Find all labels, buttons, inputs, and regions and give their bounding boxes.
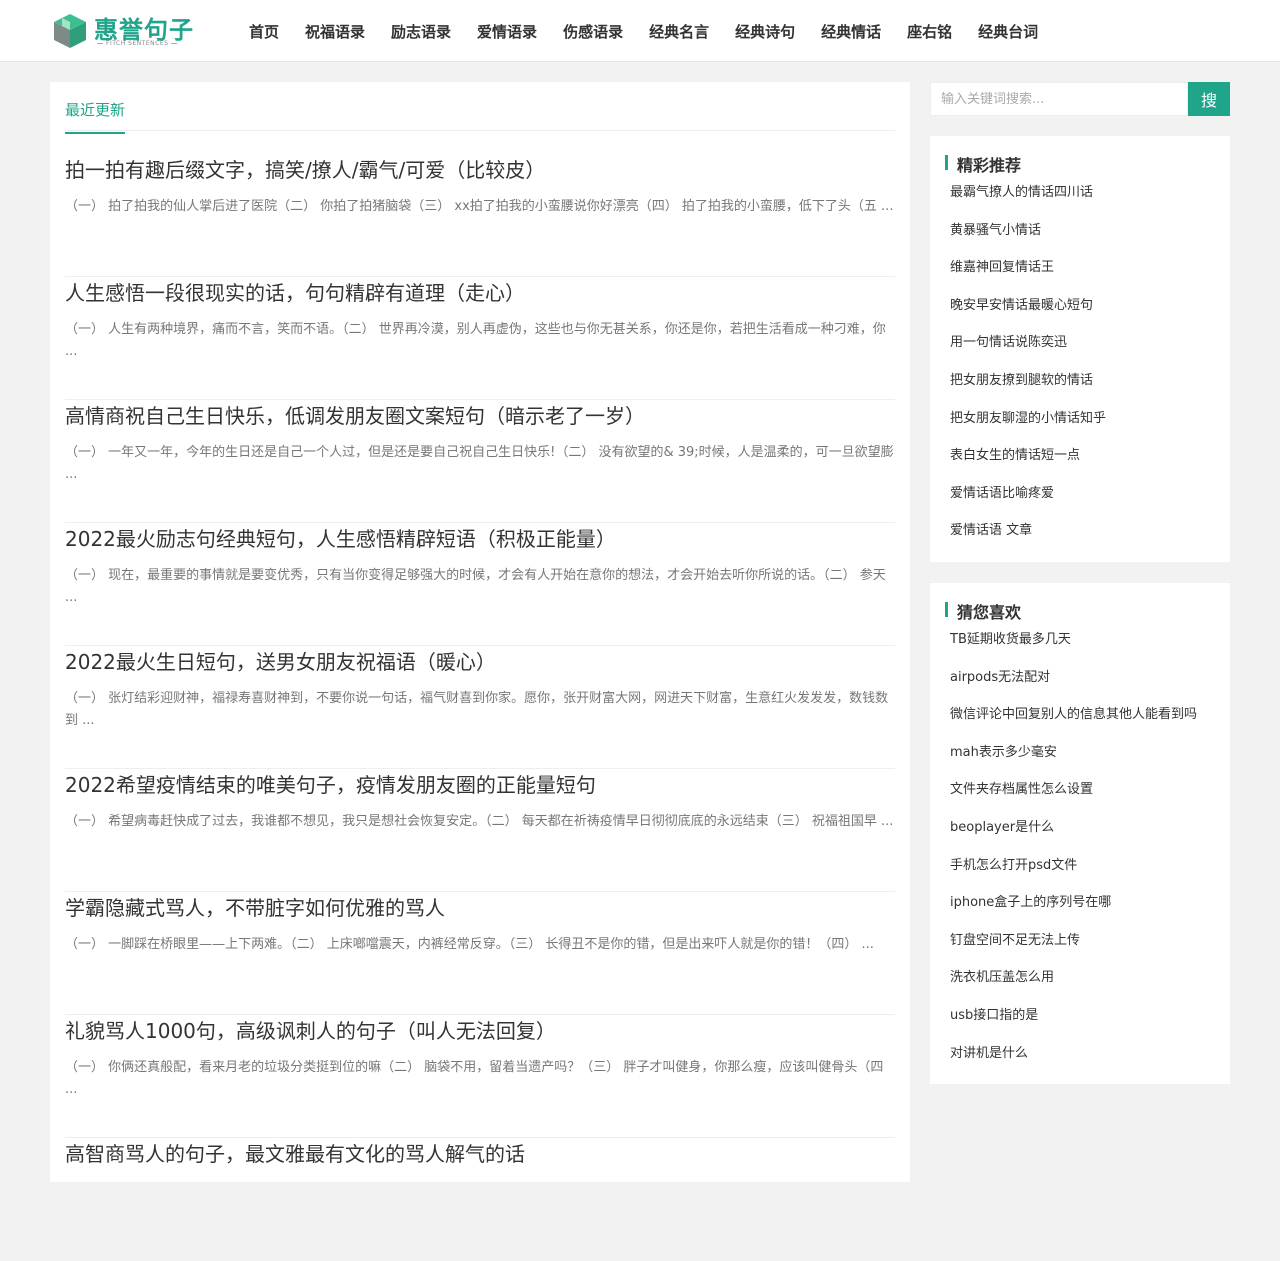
list-item[interactable]: 黄暴骚气小情话 [950,212,1210,250]
article-excerpt: （一） 现在，最重要的事情就是要变优秀，只有当你变得足够强大的时候，才会有人开始… [65,568,886,605]
list-item[interactable]: mah表示多少毫安 [950,734,1210,772]
article-excerpt: （一） 人生有两种境界，痛而不言，笑而不语。（二） 世界再冷漠，别人再虚伪，这些… [65,322,886,359]
main-tabbar: 最近更新 [65,82,895,134]
site-logo[interactable]: 惠誉句子 FITCH SENTENCES [52,10,202,52]
article-item: 高情商祝自己生日快乐，低调发朋友圈文案短句（暗示老了一岁） （一） 一年又一年，… [65,400,895,523]
tab-recent-updates[interactable]: 最近更新 [65,99,126,134]
article-item: 学霸隐藏式骂人，不带脏字如何优雅的骂人 （一） 一脚踩在桥眼里——上下两难。（二… [65,892,895,1015]
cube-logo-icon [54,14,86,48]
list-item[interactable]: beoplayer是什么 [950,809,1210,847]
article-list-panel: 最近更新 拍一拍有趣后缀文字，搞笑/撩人/霸气/可爱（比较皮） （一） 拍了拍我… [50,82,910,1182]
list-item[interactable]: 钉盘空间不足无法上传 [950,922,1210,960]
article-item: 2022最火励志句经典短句，人生感悟精辟短语（积极正能量） （一） 现在，最重要… [65,523,895,646]
article-item: 人生感悟一段很现实的话，句句精辟有道理（走心） （一） 人生有两种境界，痛而不言… [65,277,895,400]
article-title[interactable]: 高情商祝自己生日快乐，低调发朋友圈文案短句（暗示老了一岁） [65,400,645,429]
guess-list: TB延期收货最多几天 airpods无法配对 微信评论中回复别人的信息其他人能看… [950,621,1210,1072]
nav-item-lines[interactable]: 经典台词 [978,21,1038,42]
nav-item-love[interactable]: 爱情语录 [477,21,537,42]
list-item[interactable]: TB延期收货最多几天 [950,621,1210,659]
site-header: 惠誉句子 FITCH SENTENCES 首页 祝福语录 励志语录 爱情语录 伤… [0,0,1280,62]
logo-subtitle: FITCH SENTENCES [94,40,180,47]
article-title[interactable]: 人生感悟一段很现实的话，句句精辟有道理（走心） [65,277,525,306]
list-item[interactable]: 洗衣机压盖怎么用 [950,959,1210,997]
guess-widget: 猜您喜欢 TB延期收货最多几天 airpods无法配对 微信评论中回复别人的信息… [930,583,1230,1084]
list-item[interactable]: 把女朋友聊湿的小情话知乎 [950,400,1210,438]
list-item[interactable]: 文件夹存档属性怎么设置 [950,771,1210,809]
article-excerpt: （一） 一年又一年，今年的生日还是自己一个人过，但是还是要自己祝自己生日快乐!（… [65,445,894,482]
list-item[interactable]: 爱情话语比喻疼爱 [950,475,1210,513]
article-item: 拍一拍有趣后缀文字，搞笑/撩人/霸气/可爱（比较皮） （一） 拍了拍我的仙人掌后… [65,154,895,277]
list-item[interactable]: 维嘉神回复情话王 [950,249,1210,287]
article-title[interactable]: 礼貌骂人1000句，高级讽刺人的句子（叫人无法回复） [65,1015,556,1044]
article-title[interactable]: 2022希望疫情结束的唯美句子，疫情发朋友圈的正能量短句 [65,769,596,798]
nav-item-motto[interactable]: 座右铭 [907,21,952,42]
list-item[interactable]: 爱情话语 文章 [950,512,1210,550]
list-item[interactable]: 把女朋友撩到腿软的情话 [950,362,1210,400]
article-excerpt: （一） 你俩还真般配，看来月老的垃圾分类挺到位的嘛（二） 脑袋不用，留着当遗产吗… [65,1060,884,1097]
guess-title: 猜您喜欢 [945,599,1021,623]
recommended-title: 精彩推荐 [945,152,1021,176]
nav-item-quotes[interactable]: 经典名言 [649,21,709,42]
list-item[interactable]: 用一句情话说陈奕迅 [950,324,1210,362]
article-excerpt: （一） 希望病毒赶快成了过去，我谁都不想见，我只是想社会恢复安定。（二） 每天都… [65,814,894,829]
article-item: 2022希望疫情结束的唯美句子，疫情发朋友圈的正能量短句 （一） 希望病毒赶快成… [65,769,895,892]
nav-item-love-words[interactable]: 经典情话 [821,21,881,42]
nav-item-home[interactable]: 首页 [249,21,279,42]
list-item[interactable]: 手机怎么打开psd文件 [950,847,1210,885]
article-item: 高智商骂人的句子，最文雅最有文化的骂人解气的话 [65,1138,895,1261]
nav-item-poems[interactable]: 经典诗句 [735,21,795,42]
main-nav: 首页 祝福语录 励志语录 爱情语录 伤感语录 经典名言 经典诗句 经典情话 座右… [236,0,1051,62]
article-excerpt: （一） 拍了拍我的仙人掌后进了医院（二） 你拍了拍猪脑袋（三） xx拍了拍我的小… [65,199,894,214]
list-item[interactable]: 微信评论中回复别人的信息其他人能看到吗 [950,696,1210,734]
search-box: 搜 [930,82,1230,116]
nav-item-blessings[interactable]: 祝福语录 [305,21,365,42]
article-title[interactable]: 高智商骂人的句子，最文雅最有文化的骂人解气的话 [65,1138,525,1167]
article-excerpt: （一） 一脚踩在桥眼里——上下两难。（二） 上床啷噹震天，内裤经常反穿。（三） … [65,937,874,952]
nav-item-sad[interactable]: 伤感语录 [563,21,623,42]
recommended-list: 最霸气撩人的情话四川话 黄暴骚气小情话 维嘉神回复情话王 晚安早安情话最暖心短句… [950,174,1210,550]
list-item[interactable]: airpods无法配对 [950,659,1210,697]
article-item: 2022最火生日短句，送男女朋友祝福语（暖心） （一） 张灯结彩迎财神，福禄寿喜… [65,646,895,769]
list-item[interactable]: iphone盒子上的序列号在哪 [950,884,1210,922]
list-item[interactable]: 最霸气撩人的情话四川话 [950,174,1210,212]
list-item[interactable]: 表白女生的情话短一点 [950,437,1210,475]
nav-item-inspirational[interactable]: 励志语录 [391,21,451,42]
article-title[interactable]: 2022最火励志句经典短句，人生感悟精辟短语（积极正能量） [65,523,616,552]
article-item: 礼貌骂人1000句，高级讽刺人的句子（叫人无法回复） （一） 你俩还真般配，看来… [65,1015,895,1138]
article-title[interactable]: 学霸隐藏式骂人，不带脏字如何优雅的骂人 [65,892,445,921]
search-button[interactable]: 搜 [1188,82,1230,116]
article-title[interactable]: 2022最火生日短句，送男女朋友祝福语（暖心） [65,646,496,675]
list-item[interactable]: usb接口指的是 [950,997,1210,1035]
article-title[interactable]: 拍一拍有趣后缀文字，搞笑/撩人/霸气/可爱（比较皮） [65,154,545,183]
search-input[interactable] [930,82,1188,116]
recommended-widget: 精彩推荐 最霸气撩人的情话四川话 黄暴骚气小情话 维嘉神回复情话王 晚安早安情话… [930,136,1230,562]
article-excerpt: （一） 张灯结彩迎财神，福禄寿喜财神到，不要你说一句话，福气财喜到你家。愿你，张… [65,691,889,728]
list-item[interactable]: 对讲机是什么 [950,1035,1210,1073]
list-item[interactable]: 晚安早安情话最暖心短句 [950,287,1210,325]
